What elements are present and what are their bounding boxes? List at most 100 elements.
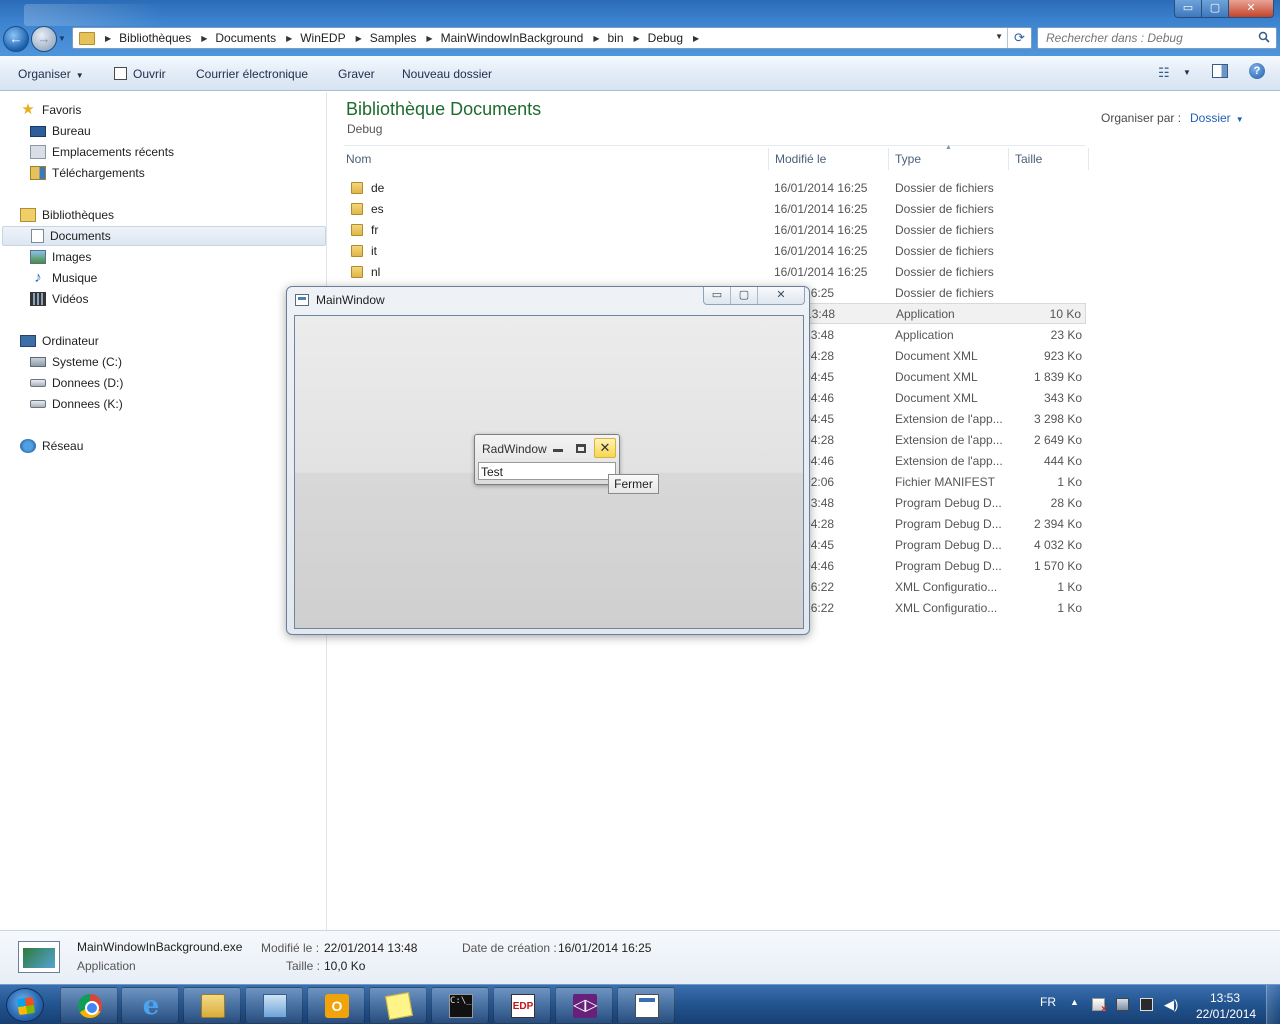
close-button[interactable]: ✕ <box>1228 0 1274 18</box>
search-box[interactable] <box>1037 27 1277 49</box>
radwindow-dialog[interactable]: RadWindow ✕ Test <box>474 434 620 485</box>
mainwindow-maximize-button[interactable]: ▢ <box>731 287 758 304</box>
breadcrumb-item[interactable]: WinEDP <box>300 31 345 45</box>
taskbar-outlook[interactable]: O <box>307 987 365 1023</box>
breadcrumb-separator-icon[interactable]: ▶ <box>201 34 207 43</box>
clock-date[interactable]: 22/01/2014 <box>1196 1007 1256 1021</box>
minimize-button[interactable]: ▭ <box>1174 0 1202 18</box>
taskbar-visual-studio[interactable]: ◁▷ <box>555 987 613 1023</box>
nav-desktop[interactable]: Bureau <box>30 121 91 141</box>
volume-icon[interactable]: ◀) <box>1164 998 1180 1011</box>
email-button[interactable]: Courrier électronique <box>196 67 308 81</box>
table-row[interactable]: it 16/01/2014 16:25 Dossier de fichiers <box>344 240 1086 261</box>
radwindow-close-button[interactable]: ✕ <box>594 438 616 458</box>
table-row[interactable]: de 16/01/2014 16:25 Dossier de fichiers <box>344 177 1086 198</box>
open-button[interactable]: Ouvrir <box>114 67 166 81</box>
column-separator[interactable] <box>888 148 889 170</box>
nav-downloads[interactable]: Téléchargements <box>30 163 145 183</box>
file-type-cell: Dossier de fichiers <box>895 243 994 258</box>
nav-computer[interactable]: Ordinateur <box>20 331 99 351</box>
search-input[interactable] <box>1038 28 1248 48</box>
column-header-name[interactable]: Nom <box>346 152 371 172</box>
breadcrumb-item[interactable]: Documents <box>215 31 276 45</box>
taskbar-micro-edp[interactable]: EDP <box>493 987 551 1023</box>
show-hidden-icons-button[interactable]: ▲ <box>1070 997 1079 1007</box>
application-window-icon <box>635 994 659 1018</box>
action-center-icon[interactable] <box>1092 998 1107 1015</box>
address-dropdown[interactable]: ▼ <box>995 32 1003 41</box>
preview-pane-icon[interactable] <box>1212 64 1228 78</box>
breadcrumb-item[interactable]: Debug <box>648 31 683 45</box>
nav-images[interactable]: Images <box>30 247 91 267</box>
maximize-button[interactable]: ▢ <box>1201 0 1229 18</box>
file-type-cell: Program Debug D... <box>895 516 1002 531</box>
file-size-cell: 3 298 Ko <box>1033 411 1082 426</box>
table-row[interactable]: fr 16/01/2014 16:25 Dossier de fichiers <box>344 219 1086 240</box>
table-row[interactable]: nl 16/01/2014 16:25 Dossier de fichiers <box>344 261 1086 282</box>
start-button[interactable] <box>6 988 44 1022</box>
recent-pages-dropdown[interactable]: ▼ <box>58 34 66 43</box>
network-status-icon[interactable] <box>1140 998 1153 1011</box>
breadcrumb-separator-icon[interactable]: ▶ <box>286 34 292 43</box>
organize-menu[interactable]: Organiser ▼ <box>18 67 84 81</box>
nav-documents[interactable]: Documents <box>2 226 326 246</box>
radwindow-maximize-button[interactable] <box>576 444 586 453</box>
mainwindow-close-button[interactable]: ✕ <box>758 287 804 304</box>
nav-recent-places[interactable]: Emplacements récents <box>30 142 174 162</box>
nav-music[interactable]: ♪ Musique <box>30 268 97 288</box>
column-header-modified[interactable]: Modifié le <box>775 152 826 172</box>
nav-label: Donnees (K:) <box>52 397 123 411</box>
table-row[interactable]: es 16/01/2014 16:25 Dossier de fichiers <box>344 198 1086 219</box>
refresh-button[interactable]: ⟳ <box>1007 28 1031 48</box>
language-indicator[interactable]: FR <box>1040 995 1056 1009</box>
nav-favorites[interactable]: ★ Favoris <box>20 100 81 120</box>
nav-libraries[interactable]: Bibliothèques <box>20 205 114 225</box>
clock-time[interactable]: 13:53 <box>1210 991 1240 1005</box>
arrange-by-dropdown[interactable]: Dossier ▼ <box>1190 111 1244 125</box>
application-icon <box>114 67 127 80</box>
breadcrumb-separator-icon[interactable]: ▶ <box>693 34 699 43</box>
taskbar-command-prompt[interactable]: C:\_ <box>431 987 489 1023</box>
nav-network[interactable]: Réseau <box>20 436 83 456</box>
taskbar-windows-explorer[interactable] <box>183 987 241 1023</box>
back-button[interactable]: ← <box>3 26 29 52</box>
fermer-button[interactable]: Fermer <box>608 474 659 494</box>
radwindow-minimize-button[interactable] <box>553 449 563 452</box>
views-dropdown[interactable]: ▼ <box>1183 68 1191 77</box>
column-separator[interactable] <box>768 148 769 170</box>
breadcrumb-item[interactable]: MainWindowInBackground <box>441 31 584 45</box>
column-header-type[interactable]: Type <box>895 152 921 172</box>
breadcrumb-separator-icon[interactable]: ▶ <box>593 34 599 43</box>
breadcrumb-item[interactable]: Samples <box>370 31 417 45</box>
breadcrumb-item[interactable]: Bibliothèques <box>119 31 191 45</box>
breadcrumb-separator-icon[interactable]: ▶ <box>105 34 111 43</box>
forward-button[interactable]: → <box>31 26 57 52</box>
nav-drive-d[interactable]: Donnees (D:) <box>30 373 123 393</box>
folder-icon <box>351 265 363 278</box>
column-header-size[interactable]: Taille <box>1015 152 1042 172</box>
change-view-icon[interactable]: ☷ <box>1158 65 1170 81</box>
new-folder-button[interactable]: Nouveau dossier <box>402 67 492 81</box>
column-separator[interactable] <box>1088 148 1089 170</box>
nav-drive-k[interactable]: Donnees (K:) <box>30 394 123 414</box>
nav-label: Bureau <box>52 124 91 138</box>
power-icon[interactable] <box>1116 998 1129 1011</box>
breadcrumb-separator-icon[interactable]: ▶ <box>634 34 640 43</box>
breadcrumb-separator-icon[interactable]: ▶ <box>356 34 362 43</box>
help-icon[interactable]: ? <box>1249 63 1265 79</box>
nav-videos[interactable]: Vidéos <box>30 289 88 309</box>
taskbar-internet-explorer[interactable]: e <box>121 987 179 1023</box>
details-modified-label: Modifié le : <box>261 941 320 955</box>
mainwindow-minimize-button[interactable]: ▭ <box>704 287 731 304</box>
show-desktop-button[interactable] <box>1266 985 1280 1024</box>
nav-drive-c[interactable]: Systeme (C:) <box>30 352 122 372</box>
taskbar-mainwindow[interactable] <box>617 987 675 1023</box>
breadcrumb-item[interactable]: bin <box>607 31 623 45</box>
breadcrumb-separator-icon[interactable]: ▶ <box>426 34 432 43</box>
column-separator[interactable] <box>1008 148 1009 170</box>
taskbar-chrome[interactable] <box>60 987 118 1023</box>
burn-button[interactable]: Graver <box>338 67 375 81</box>
taskbar-sticky-notes[interactable] <box>369 987 427 1023</box>
address-bar[interactable]: ▶ Bibliothèques ▶ Documents ▶ WinEDP ▶ Samples ▶… <box>72 27 1032 49</box>
taskbar-remote-desktop[interactable] <box>245 987 303 1023</box>
